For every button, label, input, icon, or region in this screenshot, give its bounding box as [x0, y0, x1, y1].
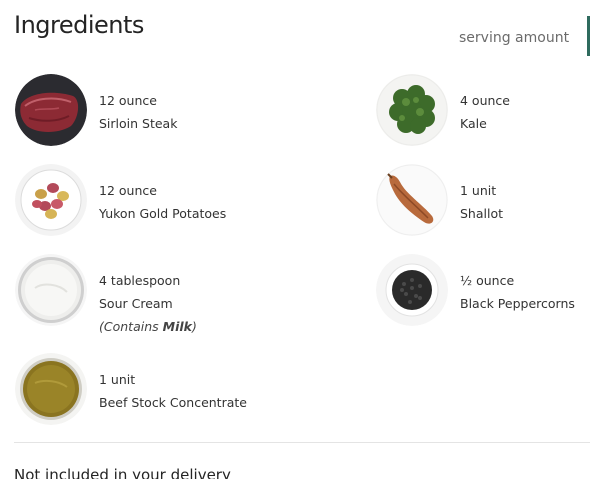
page-title: Ingredients	[14, 11, 144, 39]
ingredient-name: Kale	[460, 116, 487, 131]
steak-image	[15, 74, 87, 146]
allergen-item: Milk	[162, 319, 192, 334]
kale-image	[376, 74, 448, 146]
ingredient-name: Yukon Gold Potatoes	[99, 206, 227, 221]
beef-stock-image	[15, 353, 87, 425]
ingredient-name: Sour Cream	[99, 296, 173, 311]
ingredient-item-black-peppercorns: ½ ounce Black Peppercorns	[376, 254, 575, 326]
ingredient-amount: 1 unit	[99, 372, 136, 387]
not-included-heading: Not included in your delivery	[14, 466, 231, 479]
section-divider	[14, 442, 590, 443]
ingredient-name: Beef Stock Concentrate	[99, 395, 247, 410]
allergen-note: (Contains Milk)	[99, 319, 197, 334]
ingredient-item-kale: 4 ounce Kale	[376, 74, 510, 146]
ingredient-item-yukon-gold-potatoes: 12 ounce Yukon Gold Potatoes	[15, 164, 226, 236]
sour-cream-image	[15, 254, 87, 326]
ingredient-name: Shallot	[460, 206, 504, 221]
ingredient-item-shallot: 1 unit Shallot	[376, 164, 503, 236]
ingredient-amount: 1 unit	[460, 183, 497, 198]
ingredient-item-sirloin-steak: 12 ounce Sirloin Steak	[15, 74, 177, 146]
ingredient-amount: 12 ounce	[99, 93, 157, 108]
serving-amount-label[interactable]: serving amount	[459, 30, 569, 46]
ingredient-amount: 4 tablespoon	[99, 273, 181, 288]
ingredient-item-beef-stock-concentrate: 1 unit Beef Stock Concentrate	[15, 353, 247, 425]
ingredient-item-sour-cream: 4 tablespoon Sour Cream (Contains Milk)	[15, 254, 197, 338]
shallot-image	[376, 164, 448, 236]
ingredient-name: Black Peppercorns	[460, 296, 575, 311]
ingredient-name: Sirloin Steak	[99, 116, 178, 131]
potatoes-image	[15, 164, 87, 236]
ingredient-amount: 12 ounce	[99, 183, 157, 198]
peppercorns-image	[376, 254, 448, 326]
ingredient-amount: ½ ounce	[460, 273, 515, 288]
ingredient-amount: 4 ounce	[460, 93, 510, 108]
